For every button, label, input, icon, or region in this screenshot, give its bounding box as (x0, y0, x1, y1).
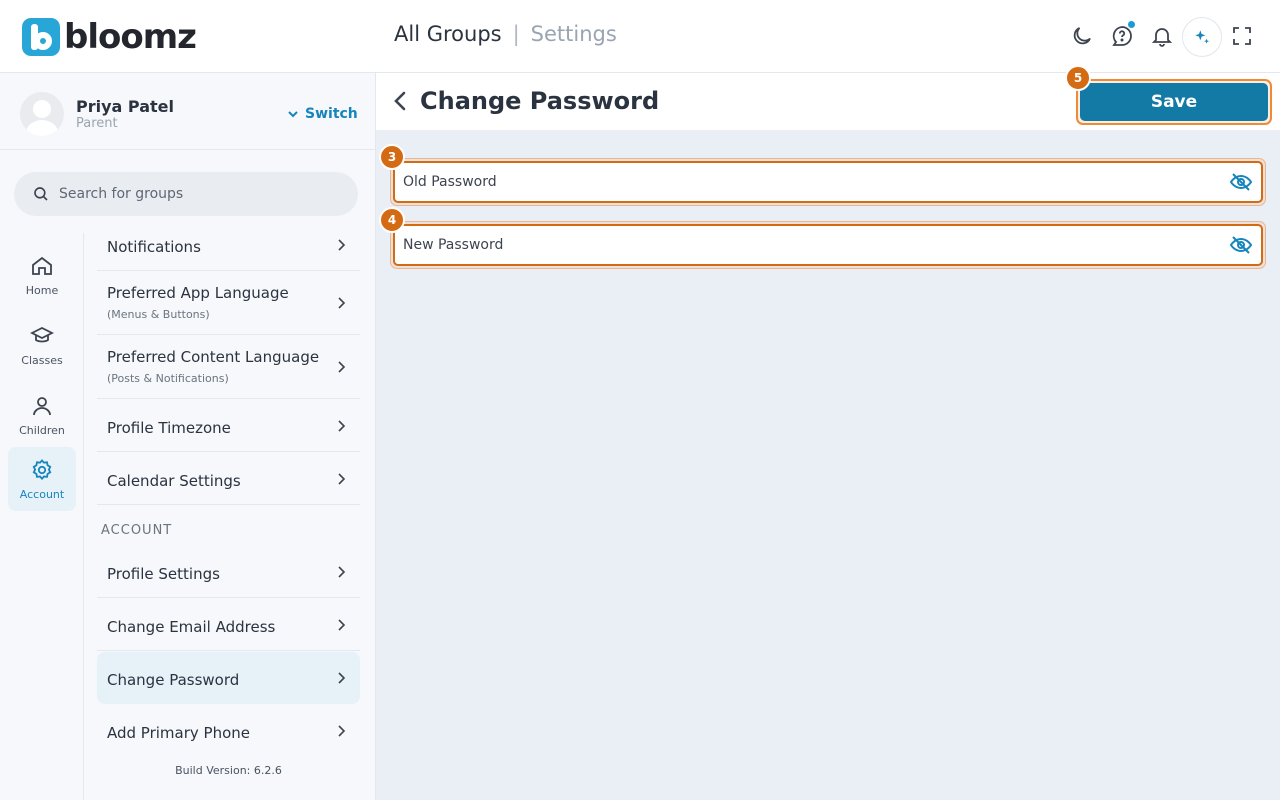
menu-item-timezone[interactable]: Profile Timezone (97, 399, 360, 452)
breadcrumb: All Groups | Settings (394, 22, 617, 46)
chevron-right-icon (338, 725, 346, 737)
chevron-right-icon (338, 566, 346, 578)
eye-off-icon[interactable] (1229, 170, 1253, 194)
chevron-right-icon (338, 619, 346, 631)
save-button[interactable]: Save (1080, 83, 1268, 121)
person-icon (33, 396, 51, 415)
breadcrumb-separator: | (512, 22, 520, 46)
step-badge-new-password: 4 (379, 207, 405, 233)
bell-icon (1151, 28, 1173, 47)
dark-mode-button[interactable] (1066, 20, 1098, 52)
breadcrumb-settings: Settings (530, 22, 617, 46)
notification-dot (1127, 20, 1136, 29)
chevron-right-icon (338, 239, 346, 251)
avatar[interactable] (20, 92, 64, 136)
menu-item-label: Calendar Settings (107, 472, 241, 490)
moon-icon (1073, 27, 1091, 45)
logo-text: bloomz (64, 17, 197, 57)
chevron-right-icon (338, 672, 346, 684)
nav-account-label: Account (19, 487, 65, 501)
graduation-cap-icon (30, 326, 54, 342)
menu-item-label: Change Email Address (107, 618, 276, 636)
nav-rail: Home Classes Children Account (0, 233, 84, 800)
fullscreen-icon (1233, 27, 1251, 45)
eye-off-icon[interactable] (1229, 233, 1253, 257)
save-button-highlight: Save (1076, 79, 1272, 125)
nav-classes-label: Classes (21, 353, 63, 367)
menu-item-label: Notifications (107, 238, 201, 256)
search-icon (34, 187, 48, 201)
switch-label: Switch (305, 106, 358, 122)
menu-item-sublabel: (Posts & Notifications) (107, 372, 229, 385)
back-arrow-icon[interactable] (390, 90, 412, 112)
home-icon (32, 256, 52, 275)
profile-name: Priya Patel (76, 97, 174, 116)
switch-button[interactable]: Switch (287, 106, 358, 122)
menu-item-calendar[interactable]: Calendar Settings (97, 452, 360, 505)
help-chat-button[interactable] (1106, 20, 1138, 52)
sparkle-icon (1195, 30, 1210, 44)
menu-item-profile-settings[interactable]: Profile Settings (97, 545, 360, 598)
new-password-field[interactable] (393, 224, 1263, 266)
fullscreen-button[interactable] (1226, 20, 1258, 52)
logo-mark-icon (22, 18, 60, 56)
ai-assistant-button[interactable] (1182, 17, 1222, 57)
menu-item-label: Profile Settings (107, 565, 220, 583)
menu-item-change-password[interactable]: Change Password (97, 652, 360, 704)
gear-icon (32, 458, 52, 480)
build-version: Build Version: 6.2.6 (175, 764, 282, 777)
search-input[interactable] (59, 186, 319, 202)
chevron-right-icon (338, 420, 346, 432)
nav-home-label: Home (25, 283, 59, 297)
chevron-right-icon (338, 297, 346, 309)
menu-item-app-language[interactable]: Preferred App Language (Menus & Buttons) (97, 271, 360, 335)
breadcrumb-all-groups[interactable]: All Groups (394, 22, 502, 46)
nav-classes[interactable]: Classes (8, 313, 76, 377)
profile-role: Parent (76, 116, 118, 131)
menu-item-label: Profile Timezone (107, 419, 231, 437)
nav-account[interactable]: Account (8, 447, 76, 511)
new-password-input[interactable] (403, 237, 1229, 253)
left-panel: Priya Patel Parent Switch Home Classes C… (0, 73, 376, 800)
page-header: Change Password Save 5 (376, 65, 1280, 130)
nav-home[interactable]: Home (8, 243, 76, 307)
menu-item-add-phone[interactable]: Add Primary Phone (97, 704, 360, 757)
menu-item-label: Add Primary Phone (107, 724, 251, 742)
old-password-input[interactable] (403, 174, 1229, 190)
menu-item-content-language[interactable]: Preferred Content Language (Posts & Noti… (97, 335, 360, 399)
nav-children[interactable]: Children (8, 383, 76, 447)
old-password-field[interactable] (393, 161, 1263, 203)
chevron-down-icon (288, 111, 298, 118)
menu-item-change-email[interactable]: Change Email Address (97, 598, 360, 651)
menu-item-notifications[interactable]: Notifications (97, 233, 360, 271)
top-header: bloomz All Groups | Settings (0, 0, 1280, 73)
main-content: Change Password Save 5 3 4 (376, 65, 1280, 800)
menu-item-sublabel: (Menus & Buttons) (107, 308, 210, 321)
menu-item-label: Preferred Content Language (107, 348, 320, 366)
menu-item-label: Change Password (107, 671, 240, 689)
nav-children-label: Children (19, 423, 65, 437)
section-heading-account: ACCOUNT (101, 523, 173, 538)
chevron-right-icon (338, 361, 346, 373)
group-search[interactable] (14, 172, 358, 216)
chevron-right-icon (338, 473, 346, 485)
menu-item-label: Preferred App Language (107, 284, 289, 302)
step-badge-old-password: 3 (379, 144, 405, 170)
profile-card: Priya Patel Parent Switch (0, 73, 375, 150)
notifications-button[interactable] (1146, 20, 1178, 52)
bloomz-logo[interactable]: bloomz (22, 17, 197, 57)
page-title: Change Password (420, 87, 660, 115)
new-password-highlight (390, 221, 1266, 269)
step-badge-save: 5 (1065, 65, 1091, 91)
old-password-highlight (390, 158, 1266, 206)
